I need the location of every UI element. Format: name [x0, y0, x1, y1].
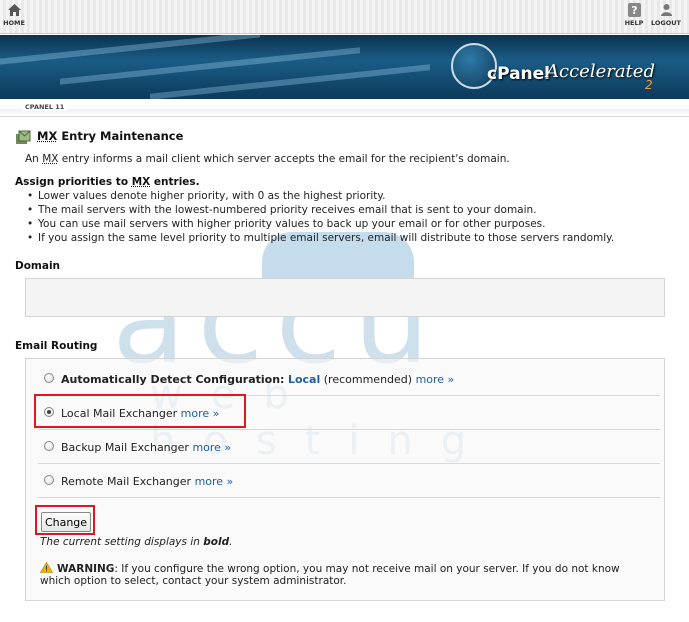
remote-label: Remote Mail Exchanger [61, 475, 192, 488]
more-link-remote[interactable]: more » [195, 475, 234, 488]
domain-heading: Domain [15, 260, 61, 272]
highlight-local-option [34, 394, 246, 428]
logout-icon [660, 4, 672, 16]
radio-backup[interactable] [44, 441, 54, 451]
logo-text-accelerated: Accelerated [546, 61, 655, 82]
mx-entry-icon [16, 130, 31, 144]
assign-mx: MX [131, 176, 151, 188]
intro-pre: An [25, 153, 43, 165]
logout-label: LOGOUT [650, 19, 681, 27]
note-post: . [229, 536, 233, 548]
option-backup[interactable]: Backup Mail Exchanger more » [38, 430, 660, 464]
breadcrumb-bar: CPANEL 11 [0, 99, 689, 117]
option-label: Remote Mail Exchanger more » [61, 475, 233, 488]
more-link-auto[interactable]: more » [416, 373, 455, 386]
list-item: Lower values denote higher priority, wit… [25, 190, 614, 204]
title-rest: Entry Maintenance [57, 129, 184, 143]
page-title: MX Entry Maintenance [37, 129, 183, 143]
home-label: HOME [3, 19, 25, 27]
backup-label: Backup Mail Exchanger [61, 441, 189, 454]
logo-version: 2 [645, 78, 653, 92]
note-pre: The current setting displays in [40, 536, 204, 548]
warning-message: WARNING: If you configure the wrong opti… [40, 562, 640, 587]
help-icon: ? [627, 3, 641, 17]
highlight-change-button [35, 505, 95, 535]
note-bold: bold [203, 536, 230, 548]
assign-heading: Assign priorities to MX entries. [15, 176, 200, 188]
option-label: Automatically Detect Configuration: Loca… [61, 373, 454, 386]
current-setting-note: The current setting displays in bold. [40, 536, 232, 548]
option-label: Backup Mail Exchanger more » [61, 441, 231, 454]
breadcrumb[interactable]: CPANEL 11 [22, 103, 68, 111]
logout-button[interactable]: LOGOUT [646, 3, 686, 27]
routing-heading: Email Routing [15, 340, 98, 352]
radio-auto-detect[interactable] [44, 373, 54, 383]
intro-post: entry informs a mail client which server… [58, 153, 510, 165]
intro-mx: MX [42, 153, 59, 165]
warning-icon [40, 562, 53, 573]
auto-detect-value: Local [287, 373, 321, 386]
assign-post: entries. [150, 176, 200, 188]
option-remote[interactable]: Remote Mail Exchanger more » [38, 464, 660, 498]
option-auto-detect[interactable]: Automatically Detect Configuration: Loca… [38, 362, 660, 396]
cpanel-banner: cPanel Accelerated 2 [0, 35, 689, 99]
help-label: HELP [624, 19, 644, 27]
home-button[interactable]: HOME [0, 3, 34, 27]
banner-streak [0, 35, 260, 65]
radio-remote[interactable] [44, 475, 54, 485]
domain-panel [25, 278, 665, 317]
warning-label: WARNING [57, 563, 115, 575]
priority-list: Lower values denote higher priority, wit… [25, 190, 614, 246]
assign-pre: Assign priorities to [15, 176, 132, 188]
breadcrumb-divider [0, 109, 689, 115]
logo-text: cPanel [487, 64, 551, 84]
list-item: If you assign the same level priority to… [25, 232, 614, 246]
auto-detect-suffix: (recommended) [320, 373, 416, 386]
warning-text: : If you configure the wrong option, you… [40, 563, 620, 587]
intro-text: An MX entry informs a mail client which … [25, 153, 510, 165]
home-icon [7, 4, 21, 16]
svg-text:?: ? [631, 4, 637, 17]
auto-detect-label: Automatically Detect Configuration: [61, 373, 285, 386]
title-mx: MX [37, 129, 58, 143]
top-toolbar: HOME ? HELP LOGOUT [0, 0, 689, 34]
list-item: The mail servers with the lowest-numbere… [25, 204, 614, 218]
more-link-backup[interactable]: more » [192, 441, 231, 454]
list-item: You can use mail servers with higher pri… [25, 218, 614, 232]
